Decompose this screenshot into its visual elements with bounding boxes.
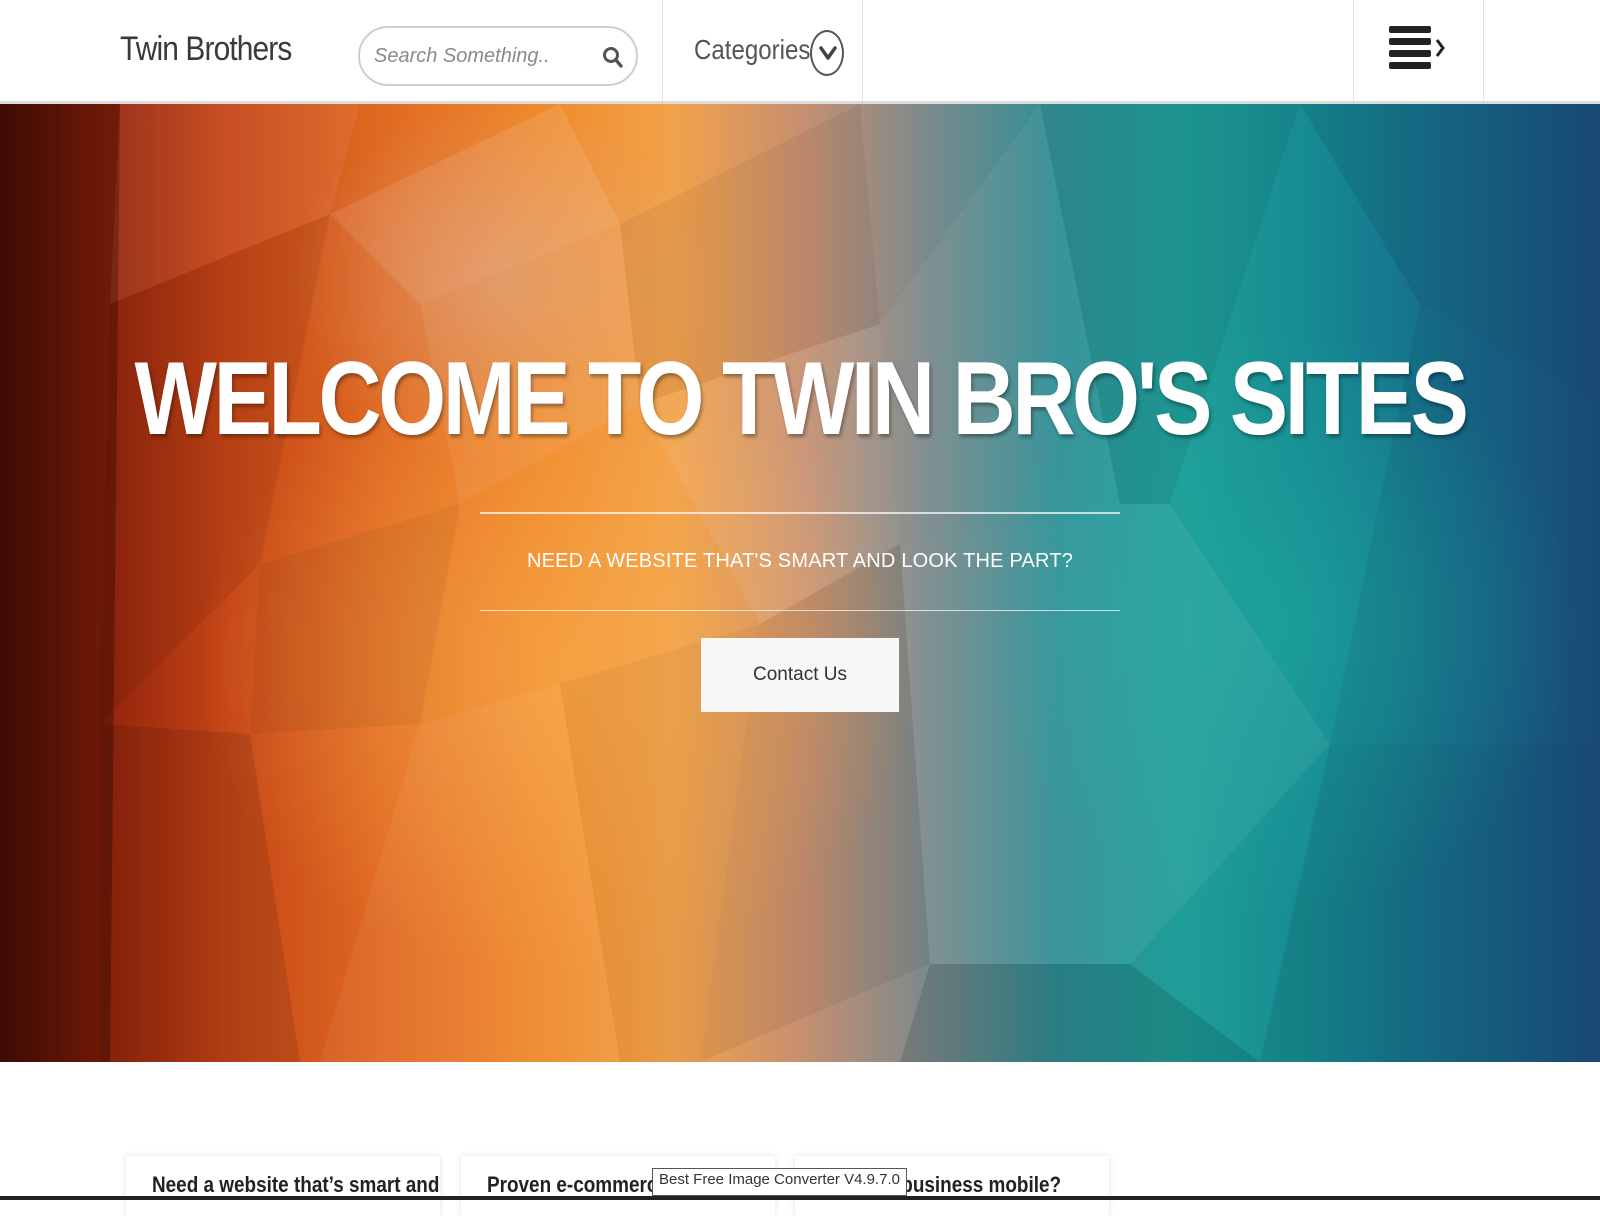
feature-card-title: Need a website that’s smart and (152, 1172, 440, 1197)
hero-divider-bottom (480, 610, 1120, 611)
search-box (358, 26, 638, 86)
categories-dropdown[interactable]: Categories (662, 0, 862, 101)
tooltip: Best Free Image Converter V4.9.7.0 (652, 1168, 907, 1196)
header-divider (862, 0, 863, 101)
search-icon[interactable] (600, 44, 626, 70)
hero-divider-top (480, 512, 1120, 514)
bottom-edge-bar (0, 1196, 1600, 1200)
search-input[interactable] (372, 38, 592, 74)
hamburger-menu-button[interactable] (1353, 0, 1483, 101)
feature-card[interactable]: Need a website that’s smart and (126, 1156, 440, 1216)
header-divider (1483, 0, 1484, 101)
hero-background-pattern (0, 104, 1600, 1062)
hero-banner: WELCOME TO TWIN BRO'S SITES NEED A WEBSI… (0, 104, 1600, 1062)
hamburger-menu-icon (1389, 26, 1445, 69)
contact-us-button[interactable]: Contact Us (701, 638, 899, 712)
categories-label: Categories (694, 34, 811, 65)
feature-card-title: Proven e-commerce (487, 1172, 668, 1197)
hero-title: WELCOME TO TWIN BRO'S SITES (134, 341, 1468, 457)
hero-subtitle: NEED A WEBSITE THAT'S SMART AND LOOK THE… (526, 550, 1074, 572)
site-header: Twin Brothers Categories (0, 0, 1600, 104)
chevron-down-icon[interactable] (810, 30, 844, 76)
brand-logo[interactable]: Twin Brothers (120, 30, 292, 69)
